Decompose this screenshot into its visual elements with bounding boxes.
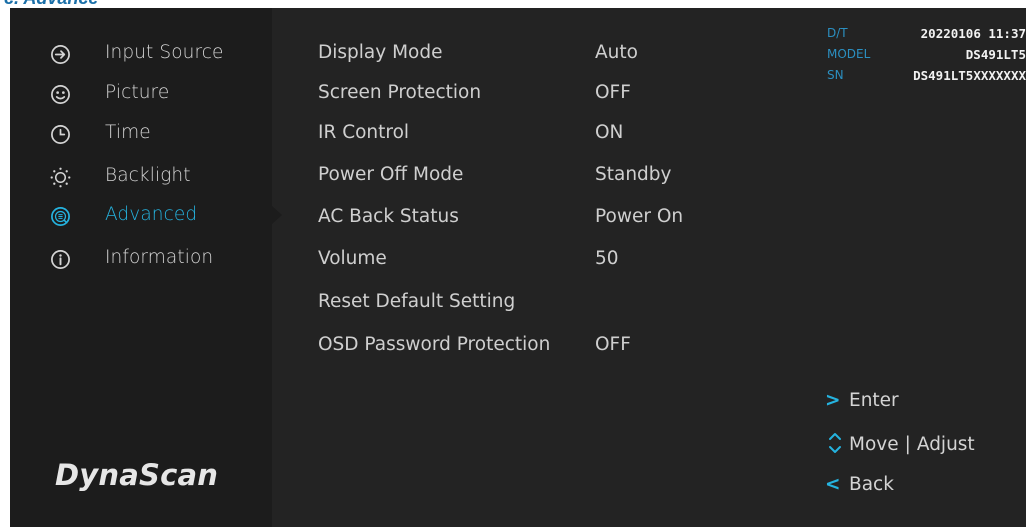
setting-value: ON [595,122,624,143]
info-value: DS491LT5XXXXXXX [913,68,1026,83]
setting-reset-default[interactable]: Reset Default Setting [318,283,738,323]
help-back: < Back [825,474,894,504]
setting-name: AC Back Status [318,206,459,227]
dynascan-logo: DynaScan [55,458,219,492]
setting-power-off-mode[interactable]: Power Off Mode Standby [318,156,738,196]
setting-volume[interactable]: Volume 50 [318,240,738,280]
back-icon: < [825,474,841,495]
setting-value: Standby [595,164,672,185]
setting-value: 50 [595,248,619,269]
setting-ac-back-status[interactable]: AC Back Status Power On [318,198,738,238]
advanced-icon [51,207,70,226]
help-move-label: Move [849,434,899,455]
selection-pointer [272,206,282,224]
setting-value: OFF [595,334,631,355]
enter-icon: > [825,390,841,411]
setting-value: Power On [595,206,684,227]
sidebar-item-label: Time [105,122,151,143]
setting-name: OSD Password Protection [318,334,551,355]
info-serial-number: SN DS491LT5XXXXXXX [10,68,1026,88]
sidebar-item-label: Advanced [105,204,198,225]
up-down-arrows-icon [829,433,841,453]
osd-menu: Input Source Picture Time Backlight Adva… [10,8,1026,527]
help-back-label: Back [849,474,894,495]
help-separator: | [904,434,911,455]
help-enter: > Enter [825,390,899,420]
setting-name: Volume [318,248,387,269]
info-icon [51,250,70,269]
help-adjust-label: Adjust [916,434,975,455]
sidebar-item-label: Backlight [105,165,191,186]
top-strip: c. Advance [0,0,1026,8]
setting-ir-control[interactable]: IR Control ON [318,114,738,154]
setting-osd-password-protection[interactable]: OSD Password Protection OFF [318,326,738,366]
clock-icon [51,125,70,144]
info-model: MODEL DS491LT5 [10,47,1026,67]
sidebar-item-label: Information [105,247,214,268]
sun-icon [50,167,71,188]
sidebar-item-advanced[interactable]: Advanced [10,196,272,236]
info-value: DS491LT5 [965,47,1026,62]
sidebar-item-backlight[interactable]: Backlight [10,157,272,197]
info-value: 20220106 11:37 [920,26,1026,41]
setting-name: IR Control [318,122,410,143]
help-enter-label: Enter [849,390,899,411]
setting-name: Power Off Mode [318,164,464,185]
section-heading: c. Advance [4,0,98,8]
sidebar-item-information[interactable]: Information [10,239,272,279]
info-date-time: D/T 20220106 11:37 [10,26,1026,46]
help-move-adjust: Move | Adjust [825,432,975,462]
setting-name: Reset Default Setting [318,291,516,312]
sidebar-item-time[interactable]: Time [10,114,272,154]
